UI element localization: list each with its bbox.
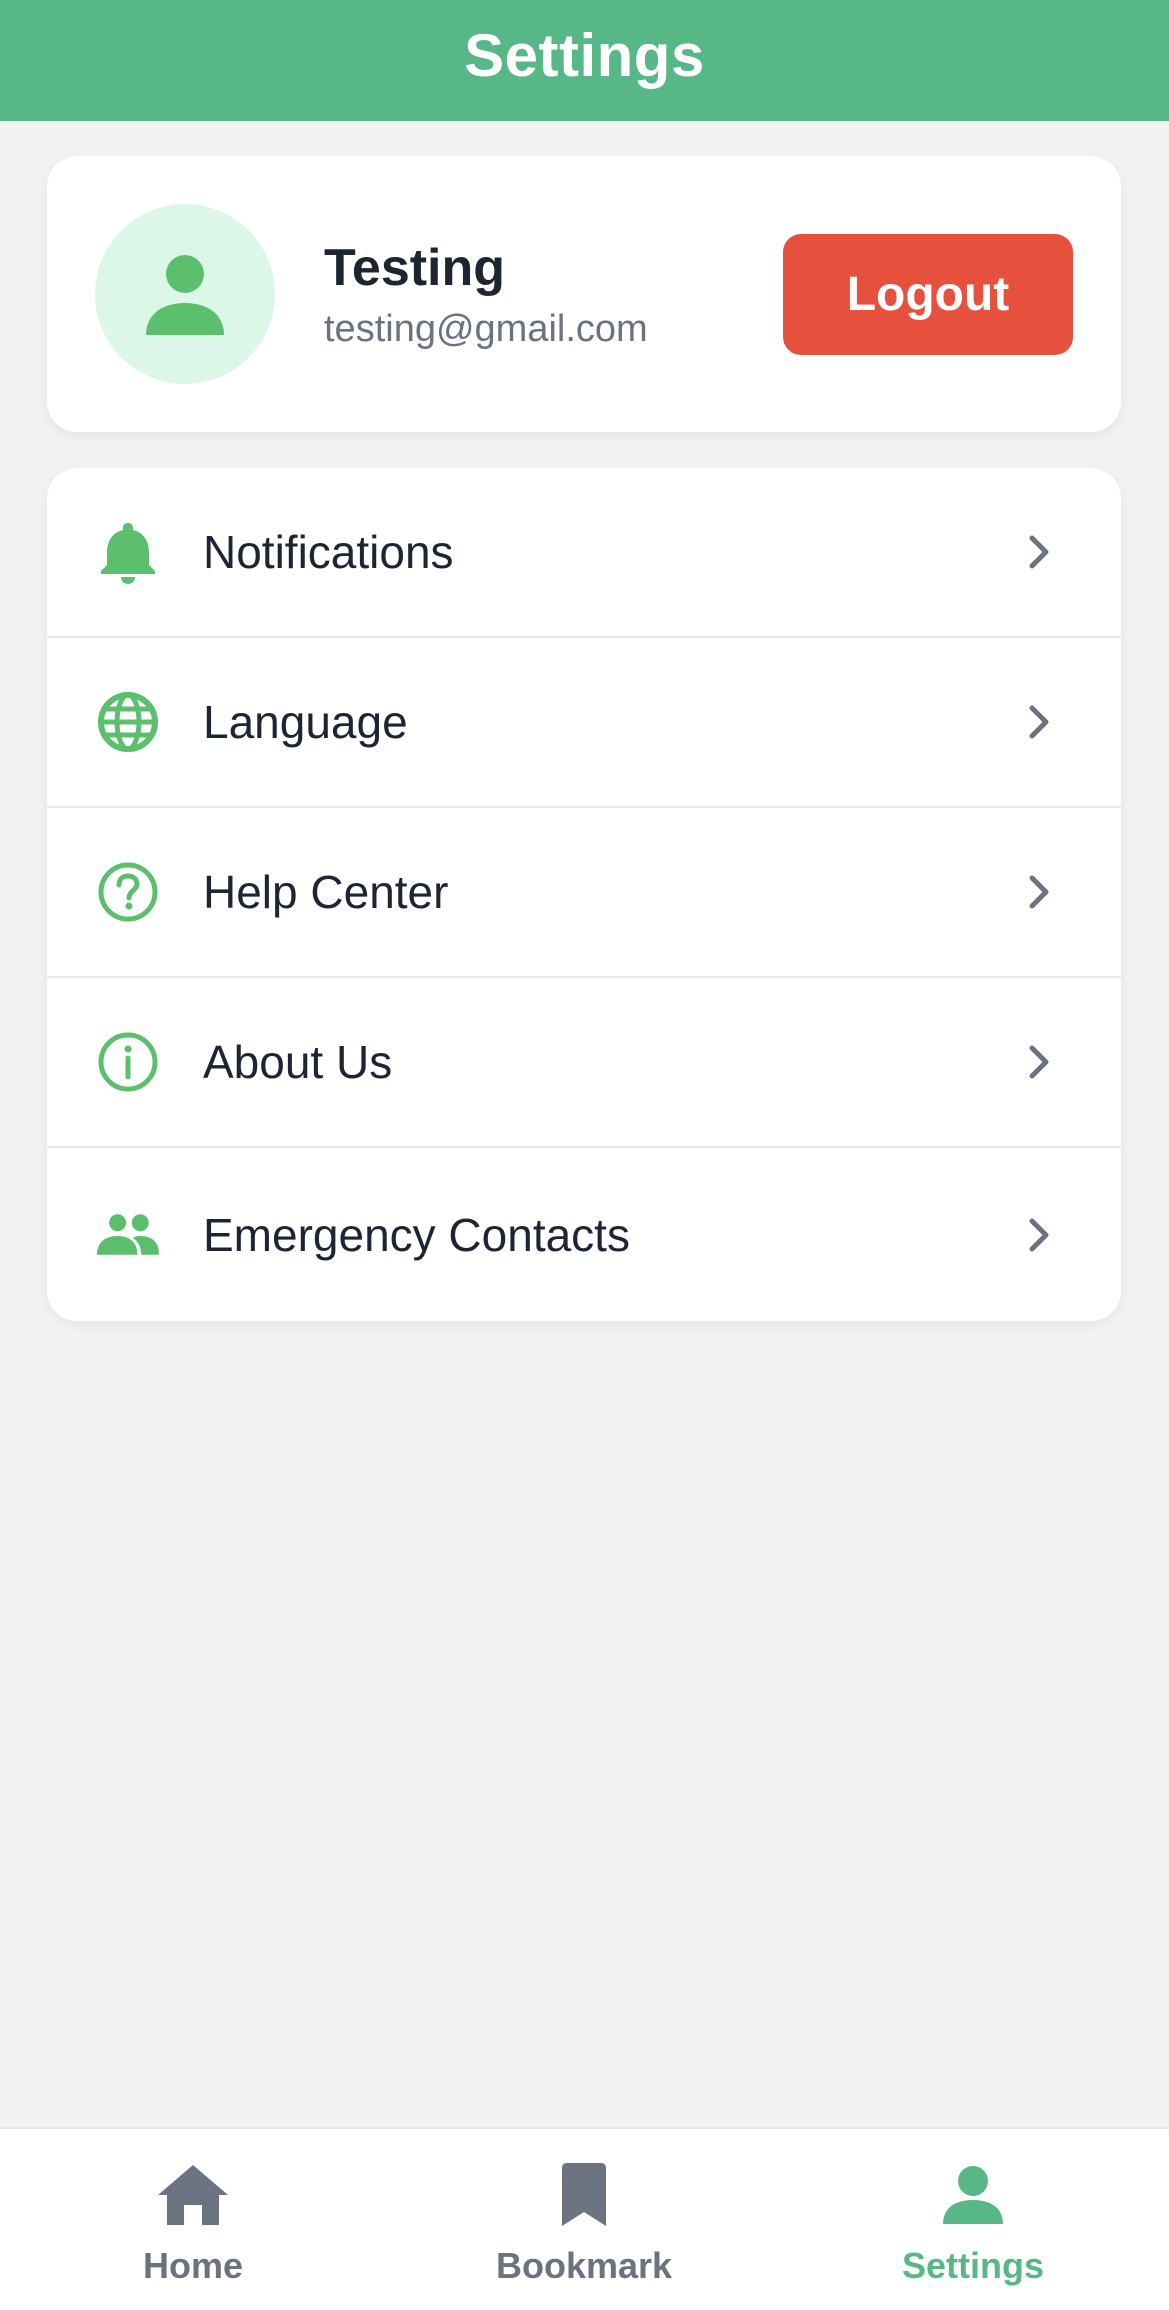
chevron-right-icon xyxy=(1019,1215,1059,1255)
user-email: testing@gmail.com xyxy=(324,308,648,350)
chevron-right-icon xyxy=(1019,532,1059,572)
menu-item-help-center[interactable]: Help Center xyxy=(47,808,1121,978)
chevron-right-icon xyxy=(1019,1042,1059,1082)
nav-item-bookmark[interactable]: Bookmark xyxy=(474,2129,694,2310)
people-icon xyxy=(95,1202,161,1268)
chevron-right-icon xyxy=(1019,872,1059,912)
menu-item-about-us[interactable]: About Us xyxy=(47,978,1121,1148)
menu-item-label: Language xyxy=(203,696,408,748)
logout-button[interactable]: Logout xyxy=(783,234,1073,355)
person-icon xyxy=(146,255,224,335)
menu-item-label: Help Center xyxy=(203,866,449,918)
user-name: Testing xyxy=(324,239,506,297)
menu-item-emergency-contacts[interactable]: Emergency Contacts xyxy=(47,1148,1121,1321)
profile-card: Testing testing@gmail.com Logout xyxy=(47,156,1121,432)
help-circle-icon xyxy=(95,859,161,925)
nav-item-label: Home xyxy=(142,2245,244,2286)
settings-menu: Notifications Language Help Center About… xyxy=(47,468,1121,1321)
avatar xyxy=(95,204,275,384)
menu-item-language[interactable]: Language xyxy=(47,638,1121,808)
menu-item-label: Notifications xyxy=(203,526,454,578)
nav-item-settings[interactable]: Settings xyxy=(883,2129,1063,2310)
nav-item-label: Bookmark xyxy=(495,2245,673,2286)
page-title: Settings xyxy=(464,22,705,89)
info-circle-icon xyxy=(95,1029,161,1095)
menu-item-label: Emergency Contacts xyxy=(203,1208,630,1261)
app-header: Settings xyxy=(0,0,1169,121)
menu-item-notifications[interactable]: Notifications xyxy=(47,468,1121,638)
globe-icon xyxy=(95,689,161,755)
home-icon xyxy=(153,2155,233,2235)
menu-item-label: About Us xyxy=(203,1036,393,1088)
bottom-nav: Home Bookmark Settings xyxy=(0,2127,1169,2310)
chevron-right-icon xyxy=(1019,702,1059,742)
nav-item-label: Settings xyxy=(901,2245,1044,2286)
person-icon xyxy=(933,2155,1013,2235)
nav-item-home[interactable]: Home xyxy=(113,2129,273,2310)
bookmark-icon xyxy=(544,2155,624,2235)
bell-icon xyxy=(95,519,161,585)
